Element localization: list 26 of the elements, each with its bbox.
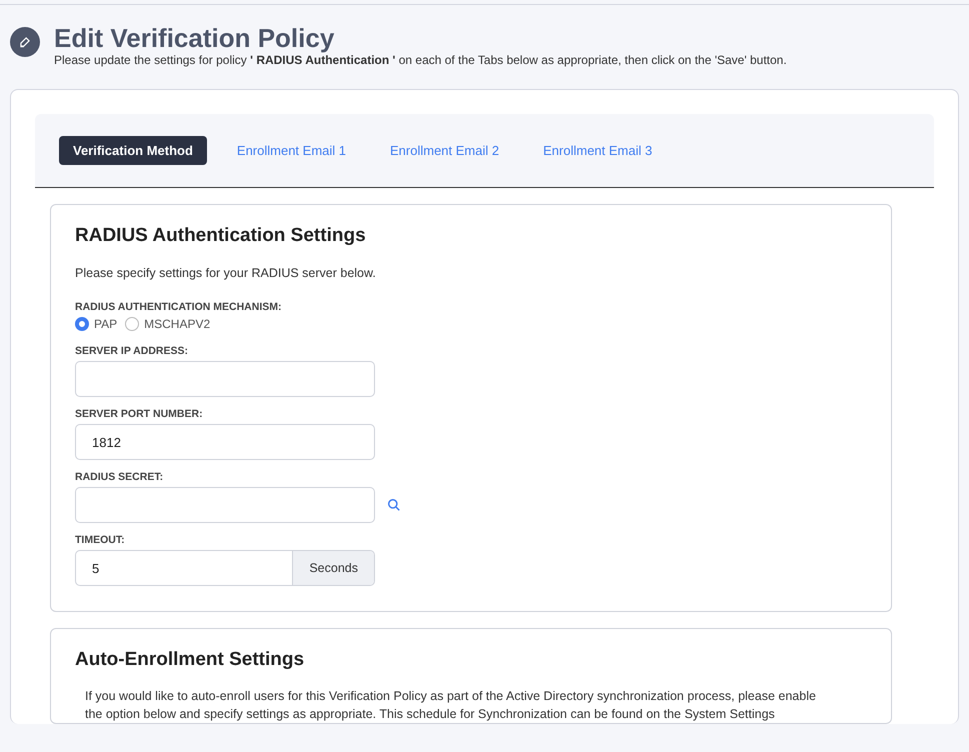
section-description: Please specify settings for your RADIUS server below. [75, 265, 377, 282]
field-label: TIMEOUT: [75, 534, 126, 546]
unit-addon: Seconds [292, 551, 374, 585]
section-description: If you would like to auto-enroll users for this Verification Policy as part of the Active Directory synchronization process, please enable the option below and specify settings as appropriate. This schedule for Synchronization can be found on the System Settings [85, 688, 817, 723]
tab[interactable]: Enrollment Email 2 [376, 136, 514, 165]
radio-button[interactable] [125, 317, 140, 331]
search-icon[interactable] [387, 498, 401, 512]
tab[interactable]: Enrollment Email 3 [529, 136, 666, 165]
page-subtitle: Please update the settings for policy ' RADIUS Authentication ' on each of the Tabs below as appropriate, then click on the 'Save' button. [54, 53, 787, 67]
page-title: Edit Verification Policy [54, 23, 336, 53]
radio-button[interactable] [75, 317, 89, 331]
edit-icon [10, 27, 40, 57]
section-title: Auto-Enrollment Settings [75, 649, 306, 671]
tab[interactable]: Enrollment Email 1 [222, 136, 360, 165]
section-title: RADIUS Authentication Settings [75, 225, 367, 247]
field-label: SERVER IP ADDRESS: [75, 345, 190, 357]
input-field[interactable]: 1812 [75, 424, 375, 460]
input-field[interactable]: 5 Seconds [75, 550, 375, 586]
tab[interactable]: Verification Method [59, 136, 207, 165]
input-field[interactable] [75, 487, 375, 523]
radio-label: PAP [94, 317, 118, 331]
field-label: SERVER PORT NUMBER: [75, 408, 204, 420]
radio-label: MSCHAPV2 [144, 317, 210, 331]
field-label: RADIUS AUTHENTICATION MECHANISM: [75, 301, 282, 313]
field-label: RADIUS SECRET: [75, 471, 164, 483]
input-field[interactable] [75, 361, 375, 397]
